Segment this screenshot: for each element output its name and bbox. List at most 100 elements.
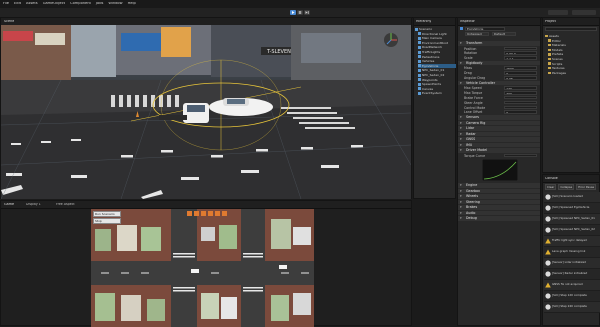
tag-select[interactable]: Untagged [465,32,489,36]
layer-select[interactable]: Default [492,32,516,36]
object-name-field[interactable]: EgoVehicle [465,27,505,31]
menu-item-file[interactable]: File [3,2,9,6]
menu-item-window[interactable]: Window [108,2,122,6]
step-button[interactable] [304,9,310,15]
menu-item-edit[interactable]: Edit [14,2,21,6]
hierarchy-item[interactable]: EgoVehicle [418,63,456,68]
game-viewport[interactable] [91,209,314,327]
hierarchy-item[interactable]: NPC_Sedan_02 [418,73,444,77]
pause-button[interactable] [297,9,303,15]
hierarchy-item[interactable]: TrafficLights [418,50,440,54]
component-header[interactable]: IMU [458,142,540,148]
project-folder[interactable]: Prefabs [548,52,563,56]
field-value[interactable]: 120 [504,86,537,90]
console-log-entry[interactable]: [Sim] Spawned NPC_Sedan_02 [544,225,600,236]
console-log-entry[interactable]: [Sensor] Lidar initialized [544,258,600,269]
hierarchy-item[interactable]: Directional Light [418,32,447,36]
component-header[interactable]: Lidar [458,126,540,131]
hierarchy-item[interactable]: EnvironmentRoot [418,41,448,45]
component-header[interactable]: Wheels [458,194,540,199]
tab-console[interactable]: Console [545,177,558,180]
field-value[interactable]: 400 [504,91,537,95]
field-value[interactable]: 3000 [504,95,537,100]
component-header[interactable]: Radar [458,131,540,137]
menu-item-jobs[interactable]: Jobs [96,2,103,6]
component-header[interactable]: Transform [458,41,540,46]
console-clear-button[interactable]: Clear [545,184,557,190]
component-header[interactable]: Debug [458,216,540,221]
console-log-entry[interactable]: [Sim] Spawned EgoVehicle [544,203,600,214]
component-header[interactable]: Steering [458,199,540,205]
play-button[interactable] [290,9,296,15]
hierarchy-item[interactable]: Waypoints [418,78,438,82]
field-value[interactable]: 0 0 0 [504,46,537,51]
console-log-entry[interactable]: [Sensor] Radar initialized [544,269,600,280]
run-scenario-button[interactable]: Run Scenario [93,211,121,217]
torque-curve-graph[interactable] [482,159,518,182]
project-folder[interactable]: Packages [548,71,566,75]
project-folder[interactable]: Scenes [548,57,563,61]
console-log-entry[interactable]: [Sim] Step 120 complete [544,291,600,302]
console-log-entry[interactable]: Lane graph missing link [544,247,600,258]
component-header[interactable]: GNSS [458,137,540,142]
component-header[interactable]: Brakes [458,205,540,210]
hierarchy-item[interactable]: Vehicles [418,59,434,63]
console-log-entry[interactable]: [Sim] Step 240 complete [544,302,600,313]
field-value[interactable]: 0.05 [504,76,537,80]
field-value[interactable]: 1 1 1 [504,56,537,60]
field-value[interactable]: 35 [504,100,537,105]
project-folder[interactable]: Scripts [548,62,562,66]
tab-inspector[interactable]: Inspector [460,20,475,23]
component-header[interactable]: Sensors [458,115,540,120]
hierarchy-item[interactable]: Scenario [415,27,432,31]
aspect-select[interactable]: Free Aspect [56,203,75,206]
tab-project[interactable]: Project [545,20,556,23]
component-header[interactable]: Gearbox [458,188,540,194]
field-value[interactable]: 0 [504,110,537,114]
project-folder[interactable]: Textures [548,66,565,70]
project-folder[interactable]: Models [548,48,563,52]
menu-item-assets[interactable]: Assets [26,2,38,6]
component-header[interactable]: Vehicle Controller [458,80,540,86]
hierarchy-item[interactable]: RoadNetwork [418,45,442,49]
stop-button[interactable]: Stop [93,218,121,224]
menu-item-gameobject[interactable]: GameObject [43,2,65,6]
hierarchy-item[interactable]: EventSystem [418,91,442,95]
console-log-entry[interactable]: Traffic light sync delayed [544,236,600,247]
component-header[interactable]: Audio [458,210,540,216]
console-log-entry[interactable]: [Sim] Scenario loaded [544,192,600,203]
hierarchy-item[interactable]: Pedestrians [418,55,439,59]
console-error-pause-button[interactable]: Error Pause [576,184,597,190]
orientation-gizmo[interactable] [384,33,398,47]
console-collapse-button[interactable]: Collapse [558,184,575,190]
project-folder[interactable]: Editor [548,39,561,43]
field-value[interactable] [504,153,537,158]
project-folder[interactable]: Materials [548,43,566,47]
field-value[interactable]: 0 90 0 [504,51,537,55]
component-header[interactable]: Rigidbody [458,60,540,66]
menu-item-help[interactable]: Help [128,2,136,6]
project-folder[interactable]: Assets [545,34,559,38]
tab-game[interactable]: Game [4,203,14,206]
layout-button[interactable] [572,9,596,15]
component-header[interactable]: Engine [458,183,540,188]
project-search-input[interactable] [545,27,597,31]
object-active-toggle[interactable] [460,27,463,30]
hierarchy-item[interactable]: NPC_Sedan_01 [418,68,444,72]
console-log-entry[interactable]: [Sim] Spawned NPC_Sedan_01 [544,214,600,225]
account-button[interactable] [548,9,568,15]
component-header[interactable]: Driver Model [458,148,540,153]
display-select[interactable]: Display 1 [26,203,41,206]
menu-item-component[interactable]: Component [70,2,91,6]
tab-scene[interactable]: Scene [4,20,14,23]
hierarchy-item[interactable]: Canvas [418,87,433,91]
hierarchy-item[interactable]: Main Camera [418,36,442,40]
scene-viewport[interactable]: T-SLEVEN [1,25,411,199]
hierarchy-item[interactable]: SpawnPoints [418,82,441,86]
field-value[interactable]: 1500 [504,66,537,70]
vehicle-ego[interactable] [209,98,273,116]
tab-hierarchy[interactable]: Hierarchy [416,20,431,23]
field-value[interactable]: Autonomous [504,105,537,110]
component-header[interactable]: Camera Rig [458,120,540,126]
field-value[interactable]: 0 [504,71,537,75]
